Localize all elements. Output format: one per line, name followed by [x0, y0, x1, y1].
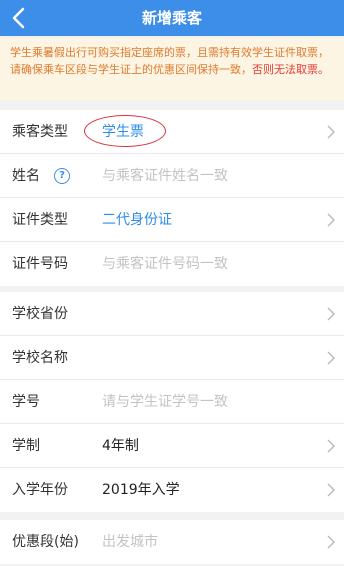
chevron-right-icon — [327, 213, 336, 227]
name-row[interactable]: 姓名 ? 与乘客证件姓名一致 — [0, 154, 344, 198]
school-duration-row[interactable]: 学制 4年制 — [0, 424, 344, 468]
school-duration-value: 4年制 — [102, 438, 139, 454]
student-ticket-notice: 学生乘暑假出行可购买指定座席的票，且需持有效学生证件取票，请确保乘车区段与学生证… — [0, 38, 344, 100]
school-name-label: 学校名称 — [12, 350, 68, 366]
id-type-label: 证件类型 — [12, 212, 68, 228]
discount-start-label: 优惠段(始) — [12, 534, 79, 550]
discount-section: 优惠段(始) 出发城市 — [0, 520, 344, 564]
id-number-label: 证件号码 — [12, 256, 68, 272]
passenger-type-label: 乘客类型 — [12, 124, 68, 140]
enrollment-year-value: 2019年入学 — [102, 482, 180, 498]
passenger-type-row[interactable]: 乘客类型 学生票 — [0, 110, 344, 154]
help-circle-icon[interactable]: ? — [54, 168, 70, 184]
chevron-right-icon — [327, 535, 336, 549]
student-number-label: 学号 — [12, 394, 40, 410]
enrollment-year-row[interactable]: 入学年份 2019年入学 — [0, 468, 344, 512]
departure-city-input[interactable]: 出发城市 — [102, 520, 158, 564]
chevron-right-icon — [327, 483, 336, 497]
id-type-row[interactable]: 证件类型 二代身份证 — [0, 198, 344, 242]
student-number-row[interactable]: 学号 请与学生证学号一致 — [0, 380, 344, 424]
chevron-right-icon — [327, 125, 336, 139]
id-type-value: 二代身份证 — [102, 212, 172, 228]
discount-start-row[interactable]: 优惠段(始) 出发城市 — [0, 520, 344, 564]
top-bar: 新增乘客 — [0, 0, 344, 36]
school-info-section: 学校省份 学校名称 学号 请与学生证学号一致 学制 4年制 入学年份 2019年… — [0, 292, 344, 512]
enrollment-year-label: 入学年份 — [12, 482, 68, 498]
school-name-row[interactable]: 学校名称 — [0, 336, 344, 380]
annotation-circle — [84, 115, 166, 147]
name-label: 姓名 — [12, 168, 40, 184]
school-province-label: 学校省份 — [12, 306, 68, 322]
chevron-right-icon — [327, 439, 336, 453]
school-duration-label: 学制 — [12, 438, 40, 454]
id-number-input[interactable]: 与乘客证件号码一致 — [102, 242, 228, 286]
name-input[interactable]: 与乘客证件姓名一致 — [102, 154, 228, 198]
chevron-right-icon — [327, 307, 336, 321]
passenger-info-section: 乘客类型 学生票 姓名 ? 与乘客证件姓名一致 证件类型 二代身份证 证件号码 … — [0, 110, 344, 286]
page-title: 新增乘客 — [141, 9, 202, 27]
school-province-row[interactable]: 学校省份 — [0, 292, 344, 336]
chevron-right-icon — [327, 351, 336, 365]
id-number-row[interactable]: 证件号码 与乘客证件号码一致 — [0, 242, 344, 286]
notice-warning-text: 否则无法取票。 — [252, 63, 329, 76]
student-number-input[interactable]: 请与学生证学号一致 — [102, 380, 228, 424]
